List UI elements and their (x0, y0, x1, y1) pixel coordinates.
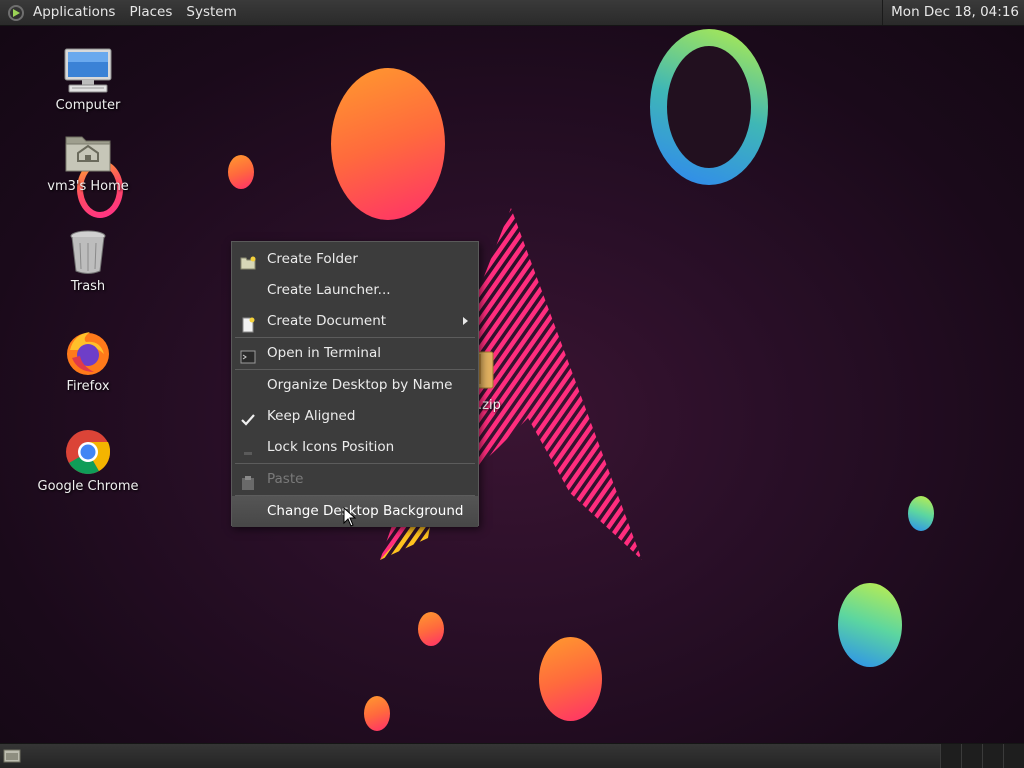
wallpaper-orange-dot (418, 612, 444, 646)
workspace-2[interactable] (961, 744, 982, 768)
wallpaper-orange-dot (228, 155, 254, 189)
places-menu[interactable]: Places (122, 0, 179, 25)
paste-icon (240, 472, 256, 490)
menu-item-paste[interactable]: Paste (232, 464, 478, 495)
desktop-icon-trash[interactable]: Trash (33, 226, 143, 295)
computer-icon (62, 45, 114, 97)
wallpaper-orange-circle (331, 68, 445, 220)
chrome-icon (62, 426, 114, 478)
mouse-cursor-icon (343, 507, 357, 527)
desktop-icon-label: vm3's Home (47, 179, 129, 194)
trash-icon (62, 226, 114, 278)
desktop-background[interactable] (0, 25, 1024, 743)
top-panel: Applications Places System Mon Dec 18, 0… (0, 0, 1024, 26)
clock[interactable]: Mon Dec 18, 04:16 (882, 0, 1024, 25)
terminal-icon (240, 346, 256, 364)
workspace-switcher[interactable] (940, 744, 1024, 768)
desktop-icon-computer[interactable]: Computer (33, 45, 143, 114)
desktop-icon-label: Firefox (66, 379, 110, 394)
wallpaper-orange-circle (539, 637, 602, 721)
desktop-icon-chrome[interactable]: Google Chrome (33, 426, 143, 495)
home-folder-icon (62, 126, 114, 178)
menu-item-organize-by-name[interactable]: Organize Desktop by Name (232, 370, 478, 401)
applications-menu[interactable]: Applications (26, 0, 122, 25)
lock-icon (240, 440, 256, 456)
menu-item-keep-aligned[interactable]: Keep Aligned (232, 401, 478, 432)
bottom-panel (0, 743, 1024, 768)
menu-item-create-folder[interactable]: Create Folder (232, 244, 478, 275)
workspace-4[interactable] (1003, 744, 1024, 768)
wallpaper-blue-dot (908, 496, 934, 531)
new-document-icon (240, 314, 256, 333)
wallpaper-orange-dot (364, 696, 390, 731)
menu-item-open-terminal[interactable]: Open in Terminal (232, 338, 478, 369)
menu-item-create-document[interactable]: Create Document (232, 306, 478, 337)
desktop-icon-label: Trash (70, 279, 106, 294)
new-folder-icon (240, 252, 256, 270)
desktop-icon-label: Computer (55, 98, 121, 113)
distro-logo-icon[interactable] (8, 4, 24, 21)
system-menu[interactable]: System (179, 0, 243, 25)
desktop-icon-home[interactable]: vm3's Home (33, 126, 143, 195)
submenu-arrow-icon (463, 317, 468, 325)
desktop-context-menu: Create Folder Create Launcher... Create … (231, 241, 479, 527)
menu-item-create-launcher[interactable]: Create Launcher... (232, 275, 478, 306)
show-desktop-icon[interactable] (3, 748, 21, 764)
menu-item-lock-icons[interactable]: Lock Icons Position (232, 432, 478, 463)
desktop-icon-label: Google Chrome (37, 479, 139, 494)
workspace-1[interactable] (940, 744, 961, 768)
wallpaper-gradient-ring (650, 29, 768, 185)
checkmark-icon (240, 409, 256, 426)
workspace-3[interactable] (982, 744, 1003, 768)
desktop-icon-firefox[interactable]: Firefox (33, 326, 143, 395)
firefox-icon (62, 326, 114, 378)
wallpaper-blue-circle (838, 583, 902, 667)
zip-file-label[interactable]: .zip (478, 398, 501, 413)
